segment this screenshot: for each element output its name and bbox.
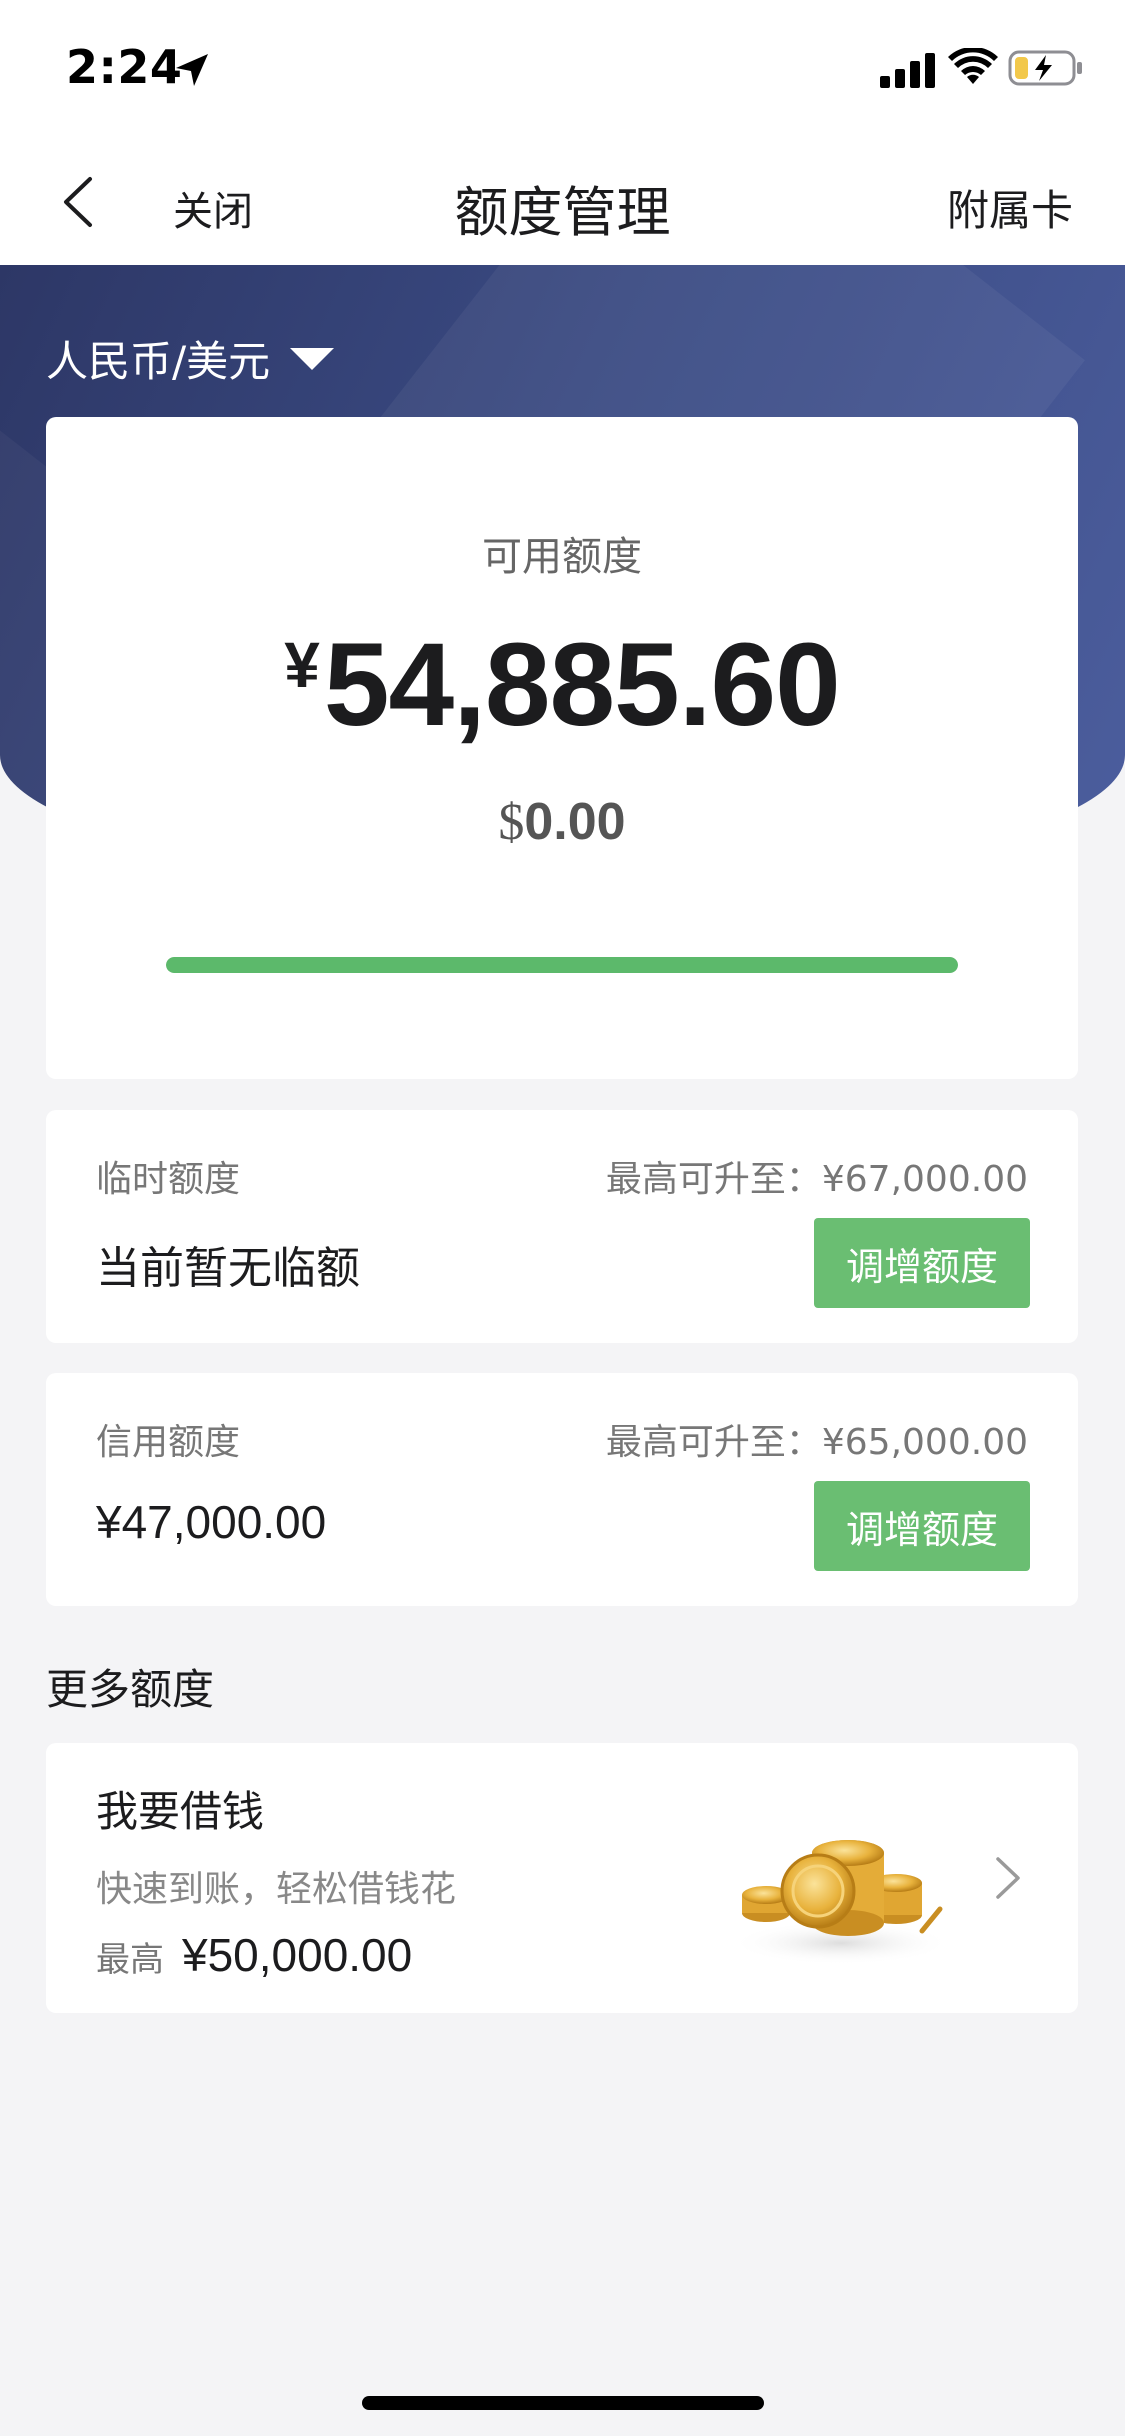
more-limits-heading: 更多额度: [46, 1665, 215, 1714]
temporary-limit-max: 最高可升至：¥67,000.00: [605, 1159, 1028, 1200]
available-credit-card: 可用额度 ¥54,885.60 $0.00: [46, 417, 1078, 1079]
navigation-bar: 关闭 额度管理 附属卡: [0, 135, 1125, 265]
home-indicator[interactable]: [362, 2396, 764, 2410]
increase-credit-limit-button[interactable]: 调增额度: [814, 1481, 1030, 1571]
wifi-icon: [948, 48, 998, 84]
temporary-limit-label: 临时额度: [96, 1159, 241, 1200]
available-credit-cny: ¥54,885.60: [46, 617, 1078, 753]
usd-symbol: $: [498, 794, 525, 851]
temporary-limit-value: 当前暂无临额: [96, 1243, 360, 1294]
caret-down-icon: [290, 347, 335, 370]
status-bar: 2:24: [0, 0, 1125, 135]
credit-limit-card: 信用额度 最高可升至：¥65,000.00 ¥47,000.00 调增额度: [46, 1373, 1078, 1606]
credit-usage-progress-bar: [166, 957, 958, 973]
progress-fill: [166, 957, 958, 973]
cny-amount: 54,885.60: [323, 619, 841, 751]
temporary-limit-card: 临时额度 最高可升至：¥67,000.00 当前暂无临额 调增额度: [46, 1110, 1078, 1343]
loan-max: 最高 ¥50,000.00: [96, 1928, 412, 1982]
usd-amount: 0.00: [524, 793, 626, 851]
credit-limit-max: 最高可升至：¥65,000.00: [605, 1422, 1028, 1463]
supplementary-card-button[interactable]: 附属卡: [947, 177, 1073, 238]
credit-limit-label: 信用额度: [96, 1422, 241, 1463]
cny-symbol: ¥: [284, 629, 320, 701]
loan-max-value: ¥50,000.00: [182, 1929, 413, 1981]
battery-charging-icon: [1008, 50, 1082, 86]
available-credit-label: 可用额度: [482, 534, 642, 580]
credit-limit-management-screen: 2:24 关闭 额度管理 附属卡 人民币/美元 可用额度 ¥54,885.60 …: [0, 0, 1125, 2436]
loan-max-label: 最高: [96, 1940, 164, 1980]
currency-selector[interactable]: 人民币/美元: [46, 328, 335, 389]
credit-limit-value: ¥47,000.00: [96, 1496, 327, 1548]
chevron-right-icon[interactable]: [994, 1855, 1022, 1901]
loan-offer-card[interactable]: 我要借钱 快速到账，轻松借钱花 最高 ¥50,000.00: [46, 1743, 1078, 2013]
currency-selector-label: 人民币/美元: [46, 337, 271, 386]
increase-temporary-limit-button[interactable]: 调增额度: [814, 1218, 1030, 1308]
gold-coins-icon: [731, 1840, 951, 1965]
available-credit-usd: $0.00: [46, 792, 1078, 852]
location-arrow-icon: [176, 54, 208, 86]
loan-title: 我要借钱: [96, 1787, 265, 1836]
status-time: 2:24: [66, 40, 183, 94]
signal-icon: [880, 53, 935, 88]
loan-subtitle: 快速到账，轻松借钱花: [96, 1869, 457, 1910]
